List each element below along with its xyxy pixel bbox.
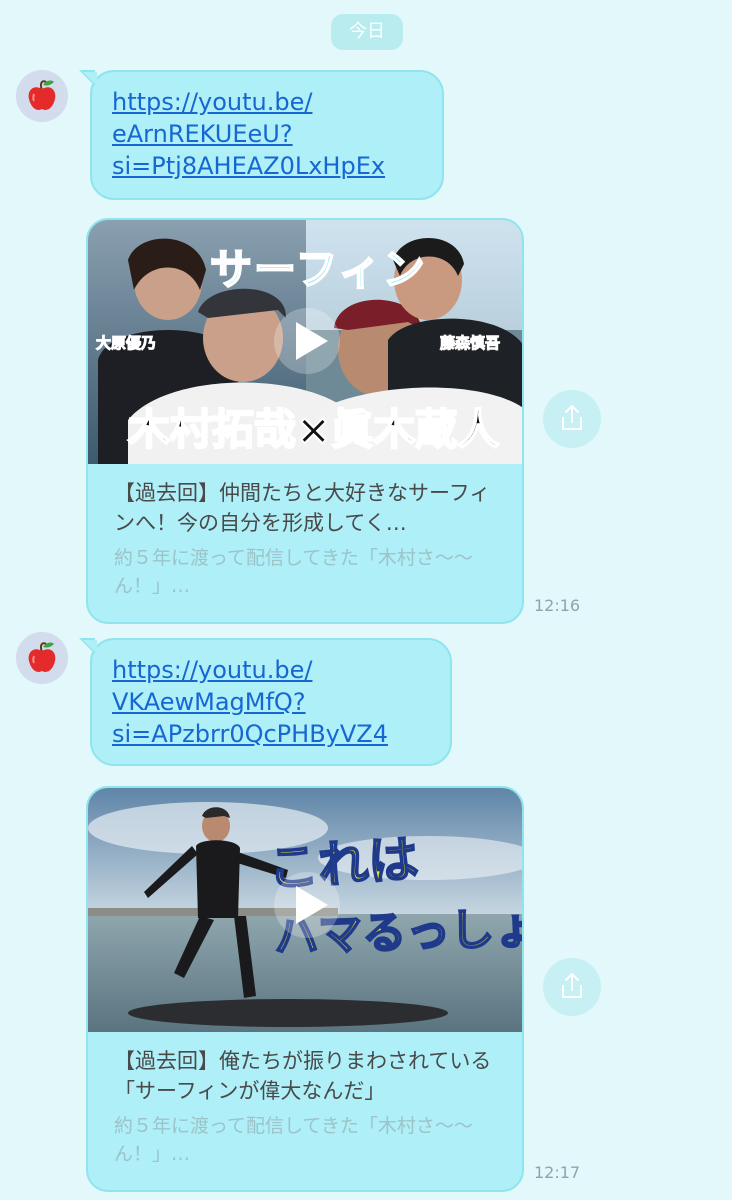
- youtube-link-line[interactable]: si=Ptj8AHEAZ0LxHpEx: [112, 150, 424, 182]
- message-timestamp: 12:17: [534, 1163, 581, 1182]
- date-separator: 今日: [331, 14, 403, 50]
- video-thumbnail[interactable]: サーフィン 大原優乃 藤森慎吾 木村拓哉×眞木蔵人: [88, 220, 522, 464]
- youtube-link-line[interactable]: VKAewMagMfQ?: [112, 686, 432, 718]
- share-icon: [562, 973, 582, 998]
- youtube-link-line[interactable]: si=APzbrr0QcPHByVZ4: [112, 718, 432, 750]
- play-icon: [296, 886, 328, 924]
- thumbnail-title-text: サーフィン: [209, 244, 427, 295]
- apple-icon: [28, 642, 56, 672]
- preview-title: 【過去回】俺たちが振りまわされている「サーフィンが偉大なんだ」: [114, 1049, 492, 1103]
- share-button[interactable]: [543, 958, 601, 1016]
- youtube-link-line[interactable]: eArnREKUEeU?: [112, 118, 424, 150]
- share-icon: [562, 405, 582, 430]
- apple-icon: [28, 80, 56, 110]
- sender-avatar[interactable]: [16, 632, 68, 684]
- preview-description: 約５年に渡って配信してきた「木村さ〜〜ん！」…: [114, 547, 473, 597]
- link-preview-card[interactable]: これは ハマるっしょ! 【過去回】俺たちが振りまわされている「サーフィンが偉大な…: [86, 786, 524, 1192]
- play-button[interactable]: [274, 872, 340, 938]
- play-icon: [296, 322, 328, 360]
- preview-title: 【過去回】仲間たちと大好きなサーフィンへ！今の自分を形成してく…: [114, 481, 491, 535]
- sender-avatar[interactable]: [16, 70, 68, 122]
- thumbnail-name-right: 藤森慎吾: [439, 334, 501, 353]
- message-timestamp: 12:16: [534, 596, 581, 615]
- thumbnail-name-left: 大原優乃: [95, 334, 157, 353]
- share-button[interactable]: [543, 390, 601, 448]
- link-preview-card[interactable]: サーフィン 大原優乃 藤森慎吾 木村拓哉×眞木蔵人 【過去回】仲間たちと大好きな…: [86, 218, 524, 624]
- thumbnail-caption-text: 木村拓哉×眞木蔵人: [127, 404, 500, 455]
- youtube-link-line[interactable]: https://youtu.be/: [112, 86, 424, 118]
- link-message-bubble[interactable]: https://youtu.be/ eArnREKUEeU? si=Ptj8AH…: [79, 70, 444, 200]
- video-thumbnail[interactable]: これは ハマるっしょ!: [88, 788, 522, 1032]
- link-message-bubble[interactable]: https://youtu.be/ VKAewMagMfQ? si=APzbrr…: [79, 638, 452, 766]
- youtube-link-line[interactable]: https://youtu.be/: [112, 654, 432, 686]
- preview-description: 約５年に渡って配信してきた「木村さ〜〜ん！」…: [114, 1115, 473, 1165]
- play-button[interactable]: [274, 308, 340, 374]
